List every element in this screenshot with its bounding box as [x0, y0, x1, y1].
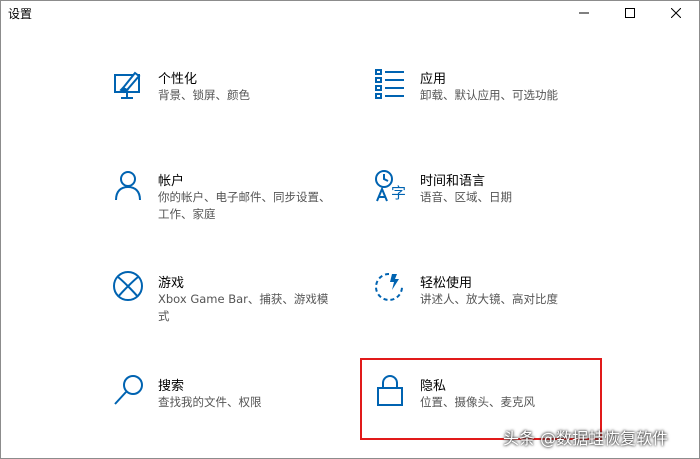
tile-title: 游戏 [158, 276, 185, 291]
window-title: 设置 [8, 7, 33, 21]
settings-tile-ease-of-access[interactable]: 轻松使用 讲述人、放大镜、高对比度 [373, 271, 613, 341]
tile-description: 你的帐户、电子邮件、同步设置、工作、家庭 [158, 190, 331, 221]
tile-description: 语音、区域、日期 [420, 190, 512, 204]
settings-tile-time-language[interactable]: 字 时间和语言 语音、区域、日期 [373, 169, 613, 239]
close-button[interactable] [653, 1, 699, 25]
title-bar[interactable]: 设置 [1, 1, 699, 25]
tile-title: 轻松使用 [420, 276, 473, 291]
tile-description: Xbox Game Bar、捕获、游戏模式 [158, 292, 329, 323]
svg-text:字: 字 [391, 184, 406, 202]
settings-tile-search[interactable]: 搜索 查找我的文件、权限 [111, 374, 351, 444]
maximize-icon [625, 8, 635, 18]
close-icon [671, 8, 681, 18]
tile-title: 搜索 [158, 379, 185, 394]
tile-title: 个性化 [158, 72, 198, 87]
settings-window: 设置 个性化 背景、锁屏、颜色 应用 卸载、默认应用、可选功能 帐户 你的帐户、… [0, 0, 700, 459]
settings-tile-personalization[interactable]: 个性化 背景、锁屏、颜色 [111, 67, 351, 137]
tile-description: 卸载、默认应用、可选功能 [420, 88, 558, 102]
personalization-icon [111, 67, 147, 103]
watermark: 头条 @数据蛙恢复软件 [503, 429, 669, 448]
tile-title: 时间和语言 [420, 174, 486, 189]
minimize-icon [579, 12, 589, 14]
tile-title: 应用 [420, 72, 447, 87]
maximize-button[interactable] [607, 1, 653, 25]
settings-tile-gaming[interactable]: 游戏 Xbox Game Bar、捕获、游戏模式 [111, 271, 351, 341]
minimize-button[interactable] [561, 1, 607, 25]
tile-description: 背景、锁屏、颜色 [158, 88, 250, 102]
tile-title: 帐户 [158, 174, 185, 189]
tile-description: 讲述人、放大镜、高对比度 [420, 292, 558, 306]
search-icon [111, 374, 147, 410]
tile-description: 查找我的文件、权限 [158, 395, 262, 409]
apps-icon [373, 67, 409, 103]
accounts-icon [111, 169, 147, 205]
time-language-icon: 字 [373, 169, 409, 205]
settings-tile-accounts[interactable]: 帐户 你的帐户、电子邮件、同步设置、工作、家庭 [111, 169, 351, 239]
settings-tile-apps[interactable]: 应用 卸载、默认应用、可选功能 [373, 67, 613, 137]
gaming-icon [111, 271, 147, 307]
ease-of-access-icon [373, 271, 409, 307]
